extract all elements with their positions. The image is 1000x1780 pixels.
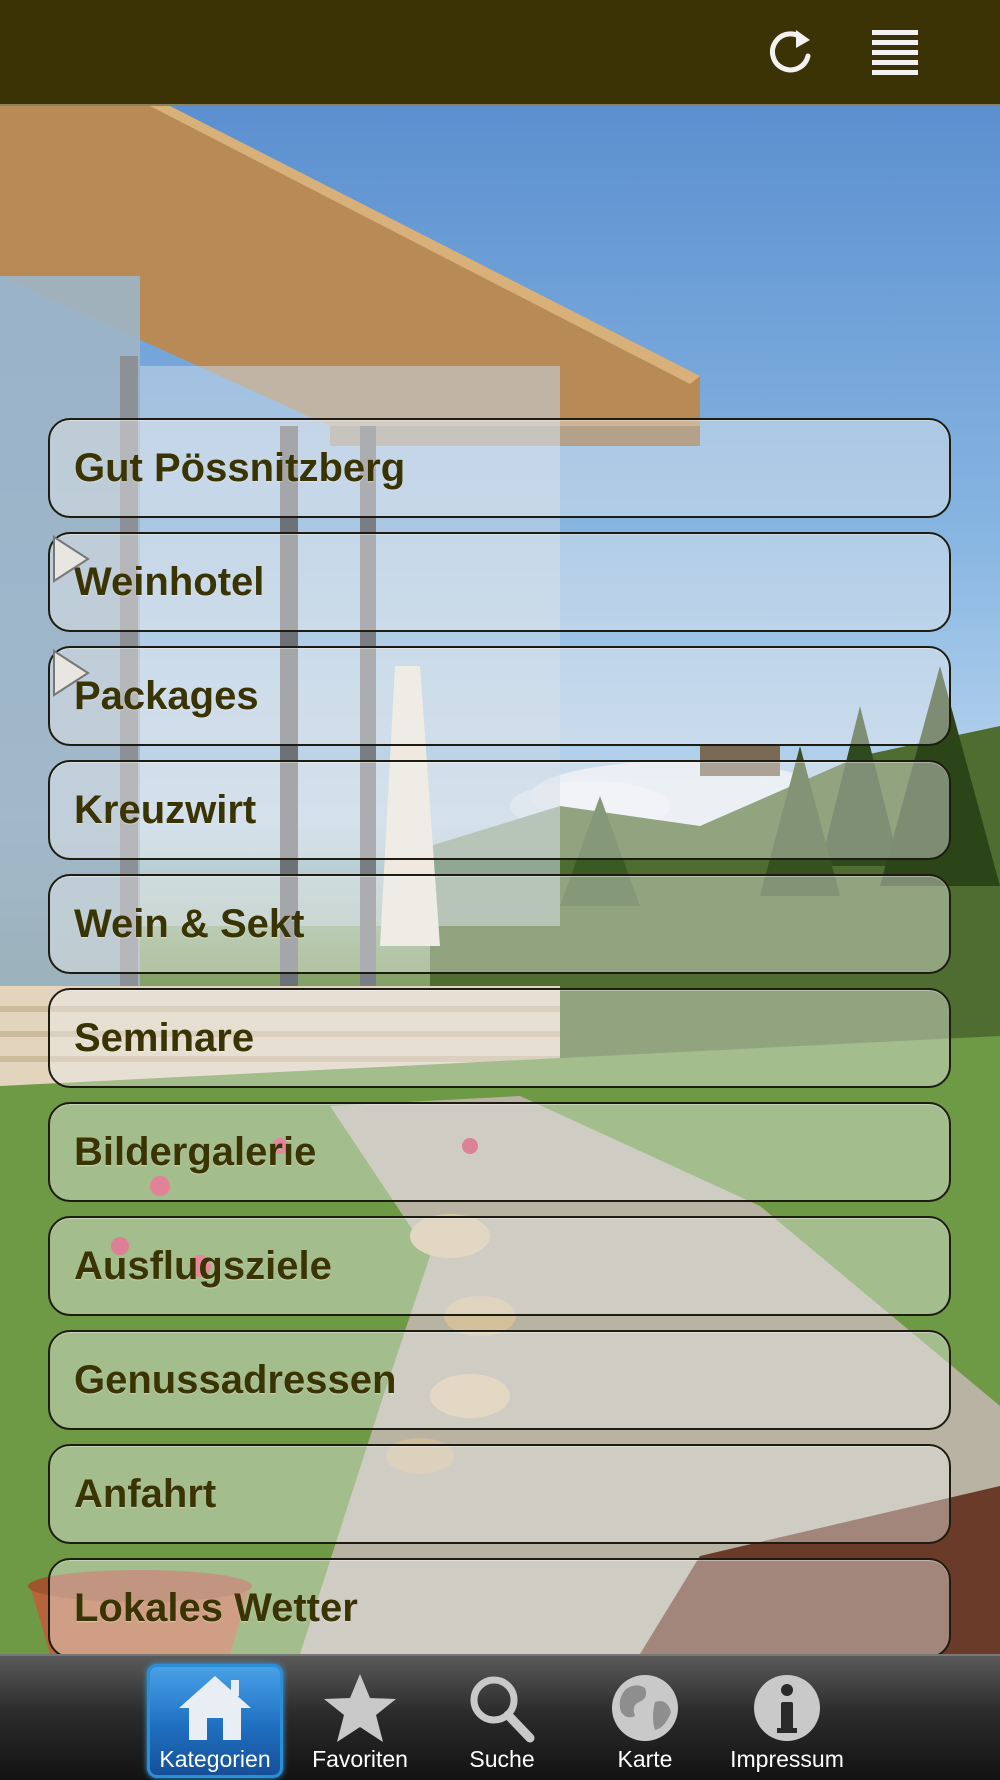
menu-item-packages[interactable]: Packages [48, 646, 951, 746]
disclosure-arrow-icon [53, 535, 90, 583]
tab-label: Karte [617, 1746, 673, 1772]
menu-item-bildergalerie[interactable]: Bildergalerie [48, 1102, 951, 1202]
tab-label: Suche [469, 1746, 535, 1772]
menu-item-label: Wein & Sekt [74, 902, 305, 946]
tab-bar: Kategorien Favoriten Suche Karte Impress… [0, 1654, 1000, 1780]
menu-item-label: Packages [74, 674, 259, 718]
menu-item-label: Lokales Wetter [74, 1586, 358, 1630]
house-icon [179, 1676, 251, 1740]
menu-item-genussadressen[interactable]: Genussadressen [48, 1330, 951, 1430]
menu-button[interactable] [866, 22, 926, 82]
tab-impressum[interactable]: Impressum [719, 1664, 855, 1778]
menu-item-label: Bildergalerie [74, 1130, 317, 1174]
tab-label: Favoriten [312, 1746, 408, 1772]
tab-label: Kategorien [159, 1746, 271, 1772]
menu-item-seminare[interactable]: Seminare [48, 988, 951, 1088]
refresh-icon [770, 30, 811, 73]
star-icon [324, 1674, 396, 1742]
tab-kategorien[interactable]: Kategorien [147, 1664, 283, 1778]
refresh-button[interactable] [760, 22, 820, 82]
menu-item-label: Ausflugsziele [74, 1244, 332, 1288]
menu-item-label: Kreuzwirt [74, 788, 257, 832]
tab-suche[interactable]: Suche [434, 1664, 570, 1778]
menu-item-lokales-wetter[interactable]: Lokales Wetter [48, 1558, 951, 1654]
menu-item-anfahrt[interactable]: Anfahrt [48, 1444, 951, 1544]
tab-favoriten[interactable]: Favoriten [292, 1664, 428, 1778]
menu-item-label: Seminare [74, 1016, 255, 1060]
menu-item-weinhotel[interactable]: Weinhotel [48, 532, 951, 632]
info-icon [754, 1675, 820, 1741]
menu-icon [872, 30, 918, 75]
globe-icon [612, 1675, 678, 1741]
tab-label: Impressum [730, 1746, 844, 1772]
menu-item-label: Genussadressen [74, 1358, 397, 1402]
tab-karte[interactable]: Karte [577, 1664, 713, 1778]
app-header [0, 0, 1000, 106]
menu-item-label: Gut Pössnitzberg [74, 446, 406, 490]
menu-item-label: Weinhotel [74, 560, 265, 604]
menu-item-gut-poessnitzberg[interactable]: Gut Pössnitzberg [48, 418, 951, 518]
menu-item-kreuzwirt[interactable]: Kreuzwirt [48, 760, 951, 860]
disclosure-arrow-icon [53, 649, 90, 697]
menu-item-wein-sekt[interactable]: Wein & Sekt [48, 874, 951, 974]
menu-item-label: Anfahrt [74, 1472, 217, 1516]
background-photo: Gut Pössnitzberg Weinhotel Packages Kreu… [0, 106, 1000, 1654]
menu-item-ausflugsziele[interactable]: Ausflugsziele [48, 1216, 951, 1316]
magnifier-icon [470, 1676, 535, 1743]
